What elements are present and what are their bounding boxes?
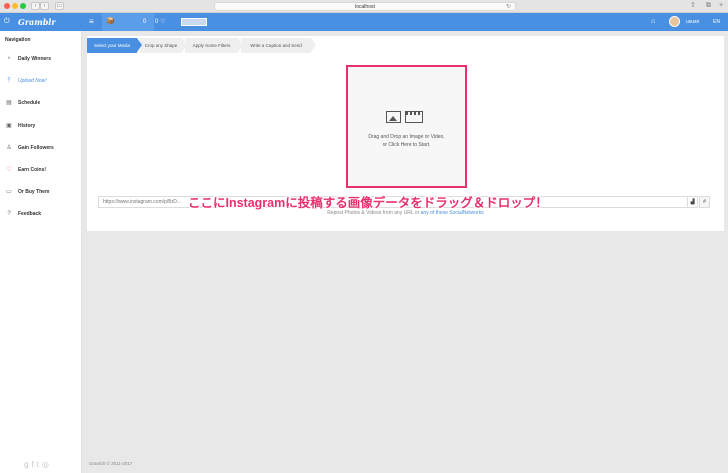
likes-counter: 0 ♡ [155,19,166,25]
power-icon[interactable]: ⏻ [4,13,10,31]
app-header: ⏻ Gramblr ≡ 📦 0 0 ♡ ⌂ ususo EN [0,13,728,31]
calendar-icon: ▤ [6,100,12,106]
reload-icon[interactable]: ↻ [506,3,511,11]
media-dropzone[interactable]: Drag and Drop an Image or Video, or Clic… [346,65,467,188]
avatar[interactable] [669,16,680,27]
sidebar-item-label: Earn Coins! [18,167,47,173]
upload-icon: ⤒ [7,78,11,84]
sidebar-title: Navigation [5,37,31,43]
hashtag-button[interactable]: # [699,196,710,208]
dropzone-text: Drag and Drop an Image or Video, or Clic… [348,133,465,149]
share-icon[interactable]: ⇧ [690,2,696,10]
app-logo: Gramblr [18,17,56,27]
browser-toolbar: ‹ › ▭ localhost ↻ ⇧ ⧉ + [0,0,728,13]
sidebar-toggle-icon[interactable]: ▭ [55,2,64,10]
url-text: localhost [355,4,375,10]
sidebar-item-gain-followers[interactable]: ♙ Gain Followers [0,142,82,154]
sidebar-item-feedback[interactable]: ? Feedback [0,208,82,220]
tabs-icon[interactable]: ⧉ [706,2,711,10]
sidebar: Navigation ♆ Daily Winners ⤒ Upload Now!… [0,31,82,473]
forward-icon[interactable]: › [40,2,49,10]
help-icon: ? [7,211,11,217]
user-icon: ♙ [6,145,12,151]
sidebar-item-label: History [18,123,36,129]
step-crop[interactable]: Crop any Shape [140,38,187,53]
dropzone-line-2: or Click Here to Start. [382,142,431,148]
address-bar[interactable]: localhost ↻ [214,2,516,11]
sidebar-item-schedule[interactable]: ▤ Schedule [0,97,82,109]
sidebar-item-label: Or Buy Them [18,189,50,195]
instagram-icon[interactable]: ◎ [42,460,52,469]
footer-copyright: Gramblr © 2011-2017 [89,461,133,466]
coin-count: 0 [143,19,147,25]
close-window-button[interactable] [4,3,10,9]
instagram-link-icon[interactable]: ▟ [687,196,698,208]
heart-icon: ♡ [6,167,12,173]
language-selector[interactable]: EN [713,13,720,31]
image-icon [386,111,401,123]
user-name[interactable]: ususo [686,13,699,31]
minimize-window-button[interactable] [12,3,18,9]
step-caption[interactable]: Write a Caption and Send [241,38,316,53]
sidebar-item-earn-coins[interactable]: ♡ Earn Coins! [0,164,82,176]
social-links: gft◎ [24,460,52,469]
trophy-icon: ♆ [6,56,12,62]
sidebar-item-label: Schedule [18,100,41,106]
menu-icon[interactable]: ≡ [89,13,94,31]
zoom-window-button[interactable] [20,3,26,9]
step-select-media[interactable]: Select your Media [87,38,142,53]
sidebar-item-buy-them[interactable]: ▭ Or Buy Them [0,186,82,198]
media-type-icons [386,110,431,126]
history-icon: ▣ [6,123,12,129]
sidebar-item-label: Daily Winners [18,56,52,62]
back-icon[interactable]: ‹ [31,2,40,10]
step-filters[interactable]: Apply Some Filters [185,38,243,53]
card-icon: ▭ [6,189,12,195]
new-tab-icon[interactable]: + [719,2,723,10]
video-icon [405,111,423,123]
notification-icon[interactable]: ⌂ [651,13,655,31]
step-wizard: Select your Media Crop any Shape Apply S… [87,38,724,53]
folder-icon[interactable]: 📦 [106,13,115,31]
sidebar-item-upload-now[interactable]: ⤒ Upload Now! [0,75,82,87]
annotation-caption: ここにInstagramに投稿する画像データをドラッグ＆ドロップ！ [188,196,548,210]
account-selector[interactable] [181,18,207,26]
dropzone-line-1: Drag and Drop an Image or Video, [368,134,445,140]
sidebar-item-daily-winners[interactable]: ♆ Daily Winners [0,53,82,65]
sidebar-item-history[interactable]: ▣ History [0,120,82,132]
sidebar-item-label: Feedback [18,211,42,217]
sidebar-item-label: Gain Followers [18,145,54,151]
sidebar-item-label: Upload Now! [18,78,47,84]
